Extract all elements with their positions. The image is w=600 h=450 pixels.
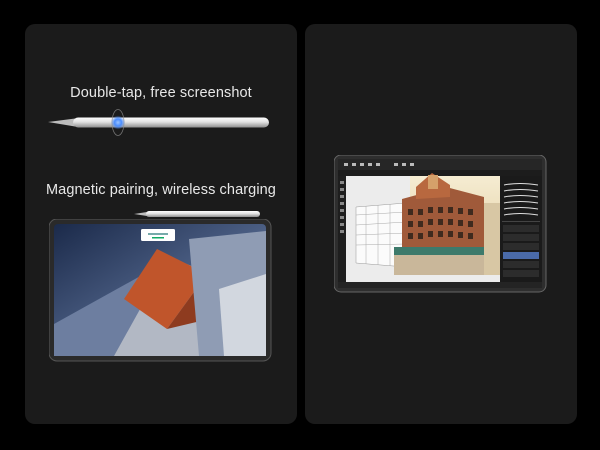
tablet-icon [49, 219, 272, 362]
stylus-pen-icon [48, 109, 269, 136]
tablet-icon [334, 155, 547, 293]
stylus-pen-icon [134, 211, 260, 217]
magnetic-charging-caption: Magnetic pairing, wireless charging [46, 182, 276, 198]
double-tap-caption: Double-tap, free screenshot [70, 85, 252, 101]
double-tap-ripple-icon [111, 115, 125, 130]
right-feature-card [305, 24, 577, 424]
left-feature-card: Double-tap, free screenshot Magnetic pai… [25, 24, 297, 424]
